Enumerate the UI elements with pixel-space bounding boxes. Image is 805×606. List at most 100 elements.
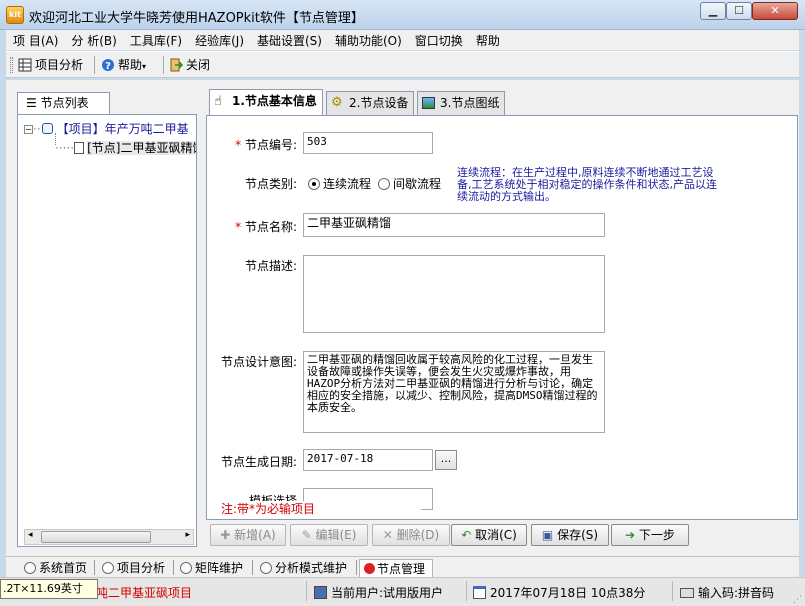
status-separator [672, 581, 673, 601]
node-desc-textarea[interactable] [303, 255, 605, 333]
tab-node-equipment[interactable]: ⚙ 2.节点设备 [326, 91, 414, 115]
node-type-hint: 连续流程：在生产过程中,原料连续不断地通过工艺设备,工艺系统处于相对稳定的操作条… [457, 166, 717, 203]
app-icon: kit [6, 6, 24, 24]
close-module-label: 关闭 [186, 58, 211, 72]
gen-date-input[interactable]: 2017-07-18 [303, 449, 433, 471]
node-type-continuous[interactable]: 连续流程 [308, 175, 371, 192]
delete-button[interactable]: ✕ 删除(D) [372, 524, 450, 546]
radio-selected[interactable] [308, 178, 320, 190]
cancel-button[interactable]: ↶ 取消(C) [451, 524, 527, 546]
resize-grip[interactable]: ⋰ [793, 595, 802, 605]
minimize-button[interactable]: ▁ [700, 2, 726, 20]
menu-aux[interactable]: 辅助功能(O) [328, 30, 408, 49]
close-module-button[interactable]: 关闭 [169, 55, 210, 75]
node-desc-label: 节点描述: [244, 259, 297, 273]
menu-project[interactable]: 项 目(A) [6, 30, 64, 49]
project-analysis-label: 项目分析 [35, 58, 84, 72]
module-tab-home[interactable]: 系统首页 [20, 559, 87, 577]
radio-unselected [180, 562, 192, 574]
scroll-thumb[interactable] [41, 531, 151, 543]
menu-help[interactable]: 帮助 [469, 30, 506, 49]
design-intent-textarea[interactable]: 二甲基亚砜的精馏回收属于较高风险的化工过程，一旦发生设备故障或操作失误等，便会发… [303, 351, 605, 433]
svg-text:?: ? [105, 61, 111, 72]
node-list-tab-label: 节点列表 [40, 96, 89, 110]
status-input-method: 输入码:拼音码 [680, 584, 774, 601]
keyboard-icon [680, 588, 694, 598]
close-window-button[interactable]: ✕ [752, 2, 798, 20]
status-user: 当前用户:试用版用户 [314, 584, 443, 601]
node-type-batch[interactable]: 间歇流程 [378, 175, 441, 192]
delete-icon: ✕ [382, 528, 397, 542]
menu-analysis[interactable]: 分 析(B) [64, 30, 122, 49]
help-button[interactable]: ? 帮助▾ [101, 55, 146, 75]
node-number-input[interactable]: 503 [303, 132, 433, 154]
edit-button[interactable]: ✎ 编辑(E) [290, 524, 368, 546]
project-analysis-button[interactable]: 项目分析 [18, 55, 83, 75]
save-button[interactable]: ▣ 保存(S) [531, 524, 609, 546]
active-dot-icon [364, 563, 375, 574]
undo-icon: ↶ [461, 528, 476, 542]
help-icon: ? [102, 59, 114, 72]
maximize-button[interactable]: ☐ [726, 2, 752, 20]
project-node-icon [41, 123, 53, 134]
menu-window[interactable]: 窗口切换 [408, 30, 469, 49]
tab-node-drawing-label: 3.节点图纸 [440, 96, 500, 110]
status-separator [306, 581, 307, 601]
tree-item-project[interactable]: −·· 【项目】年产万吨二甲基 [24, 120, 196, 137]
menu-settings[interactable]: 基础设置(S) [250, 30, 328, 49]
next-step-button[interactable]: ➔ 下一步 [611, 524, 689, 546]
action-bar: ✚ 新增(A) ✎ 编辑(E) ✕ 删除(D) ↶ 取消(C) ▣ 保存(S) … [206, 522, 798, 548]
module-tab-pattern[interactable]: 分析模式维护 [256, 559, 347, 577]
module-tab-bar: 系统首页 项目分析 矩阵维护 分析模式维护 节点管理 [6, 556, 799, 577]
add-button[interactable]: ✚ 新增(A) [210, 524, 286, 546]
module-tab-node-management[interactable]: 节点管理 [359, 559, 433, 577]
radio-unselected[interactable] [378, 178, 390, 190]
tree-item-node[interactable]: ····· [节点]二甲基亚砜精馏 [55, 139, 196, 156]
node-detail-panel: ☝ 1.节点基本信息 ⚙ 2.节点设备 3.节点图纸 * 节点编号: 503 节点类… [206, 89, 798, 550]
node-tree: −·· 【项目】年产万吨二甲基 ····· [节点]二甲基亚砜精馏 ◂ ▸ [17, 114, 197, 547]
gen-date-label: 节点生成日期: [220, 455, 297, 469]
node-name-input[interactable]: 二甲基亚砜精馏 [303, 213, 605, 237]
document-icon [74, 142, 85, 154]
tab-node-drawing[interactable]: 3.节点图纸 [417, 91, 505, 115]
required-mark: * [235, 138, 245, 152]
node-type-label: 节点类别: [244, 177, 297, 191]
toolbar-grip [10, 57, 13, 73]
required-mark: * [235, 220, 245, 234]
title-bar: kit 欢迎河北工业大学牛晓芳使用HAZOPkit软件【节点管理】 ▁ ☐ ✕ [0, 0, 805, 30]
save-icon: ▣ [541, 528, 558, 542]
menu-experience[interactable]: 经验库(J) [188, 30, 250, 49]
list-icon: ☰ [26, 96, 37, 110]
user-icon [314, 586, 327, 599]
basic-info-form: * 节点编号: 503 节点类别: 连续流程 间歇流程 连续流程：在生产过程中,… [206, 115, 798, 520]
scroll-right-icon[interactable]: ▸ [185, 530, 190, 540]
image-icon [422, 97, 435, 109]
scroll-left-icon[interactable]: ◂ [28, 530, 33, 540]
module-tab-matrix[interactable]: 矩阵维护 [176, 559, 243, 577]
next-icon: ➔ [625, 528, 639, 542]
status-separator [466, 581, 467, 601]
node-number-label: * 节点编号: [235, 138, 297, 152]
menu-tools[interactable]: 工具库(F) [123, 30, 188, 49]
status-datetime: 2017年07月18日 10点38分 [473, 584, 645, 601]
hand-icon: ☝ [214, 94, 222, 109]
required-note: 注:带*为必输项目 [221, 501, 421, 518]
tab-basic-info[interactable]: ☝ 1.节点基本信息 [209, 89, 323, 116]
help-label: 帮助 [118, 58, 143, 72]
tree-project-label: 【项目】年产万吨二甲基 [56, 122, 189, 136]
radio-unselected [260, 562, 272, 574]
plus-icon: ✚ [220, 528, 235, 542]
date-picker-button[interactable]: ... [435, 450, 457, 470]
status-bar: 吨二甲基亚砜项目 当前用户:试用版用户 2017年07月18日 10点38分 输… [0, 577, 805, 606]
calendar-icon [473, 586, 486, 599]
module-tab-separator [94, 560, 95, 575]
radio-unselected [24, 562, 36, 574]
batch-label: 间歇流程 [393, 177, 442, 191]
toolbar: 项目分析 ? 帮助▾ 关闭 [6, 51, 799, 78]
tab-node-equipment-label: 2.节点设备 [349, 96, 409, 110]
toolbar-separator [94, 56, 95, 74]
node-list-tab[interactable]: ☰ 节点列表 [17, 92, 110, 114]
module-tab-project-analysis[interactable]: 项目分析 [98, 559, 165, 577]
horizontal-scrollbar[interactable]: ◂ ▸ [24, 529, 194, 545]
collapse-icon[interactable]: − [24, 125, 33, 134]
